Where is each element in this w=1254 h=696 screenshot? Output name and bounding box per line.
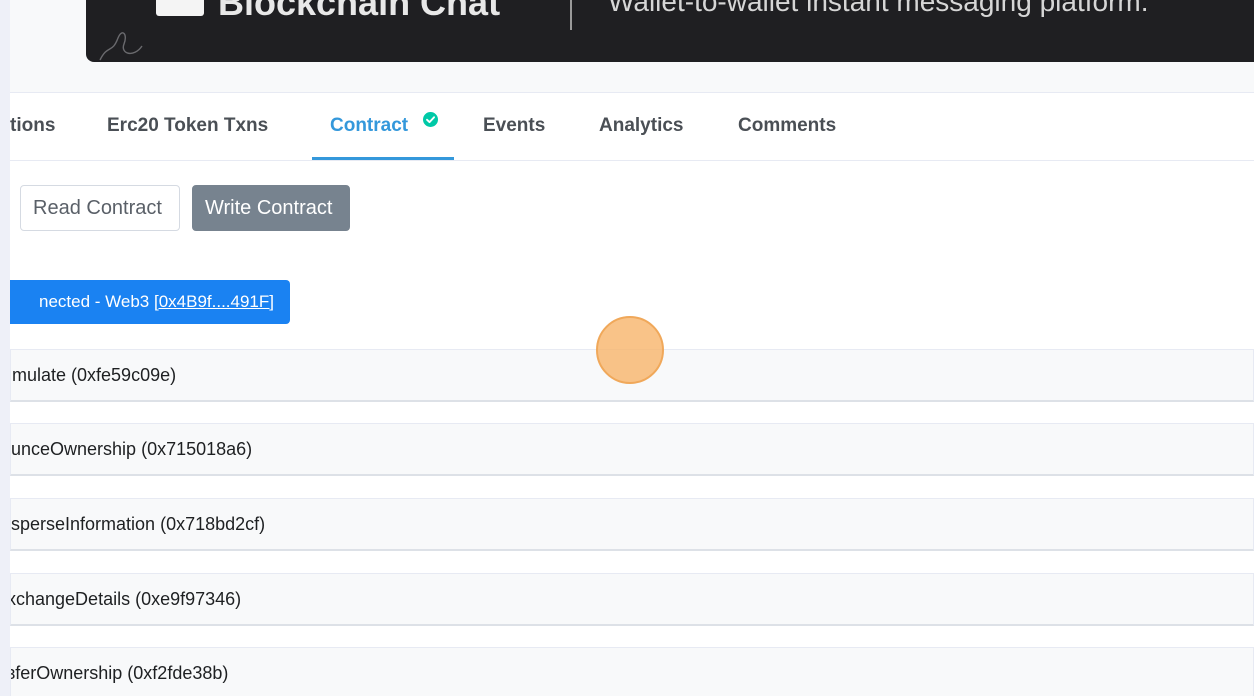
- web3-connected-button[interactable]: nected - Web3 [0x4B9f....491F]: [10, 280, 290, 324]
- tab-analytics[interactable]: Analytics: [599, 93, 683, 160]
- function-row[interactable]: ispersеInformation (0x718bd2cf): [10, 498, 1254, 551]
- wallet-address-link[interactable]: [0x4B9f....491F]: [154, 292, 274, 311]
- write-contract-button[interactable]: Write Contract: [192, 185, 350, 231]
- function-label: ımulate (0xfe59c09e): [10, 365, 177, 385]
- contract-card: tions Erc20 Token Txns Contract Events A…: [10, 92, 1254, 696]
- read-contract-button[interactable]: Read Contract: [20, 185, 180, 231]
- tab-transactions[interactable]: tions: [10, 93, 55, 160]
- tab-events[interactable]: Events: [483, 93, 545, 160]
- tab-comments[interactable]: Comments: [738, 93, 836, 160]
- banner-title: Blockchain Chat: [218, 0, 501, 23]
- tab-bar: tions Erc20 Token Txns Contract Events A…: [10, 93, 1254, 161]
- banner-logo: [156, 0, 204, 16]
- click-indicator: [596, 316, 664, 384]
- ad-banner[interactable]: Blockchain Chat Wallet-to-wallet instant…: [86, 0, 1254, 62]
- banner-tagline: Wallet-to-wallet instant messaging platf…: [608, 0, 1149, 17]
- page: Blockchain Chat Wallet-to-wallet instant…: [10, 0, 1254, 696]
- tab-erc20-token-txns[interactable]: Erc20 Token Txns: [107, 93, 268, 160]
- tab-contract[interactable]: Contract: [312, 93, 454, 160]
- function-row[interactable]: xchangeDetails (0xe9f97346): [10, 573, 1254, 626]
- banner-divider: [570, 0, 572, 30]
- check-circle-icon: [423, 112, 438, 127]
- function-label: ispersеInformation (0x718bd2cf): [10, 514, 266, 534]
- connection-status: nected - Web3: [39, 292, 154, 311]
- function-label: ιunceOwnership (0x715018a6): [10, 439, 253, 459]
- function-label: ɜferOwnership (0xf2fde38b): [10, 663, 229, 683]
- squiggle-icon: [99, 32, 143, 61]
- function-row[interactable]: ιunceOwnership (0x715018a6): [10, 423, 1254, 476]
- function-label: xchangeDetails (0xe9f97346): [10, 589, 242, 609]
- function-row[interactable]: ɜferOwnership (0xf2fde38b): [10, 647, 1254, 696]
- tab-contract-label: Contract: [330, 115, 409, 136]
